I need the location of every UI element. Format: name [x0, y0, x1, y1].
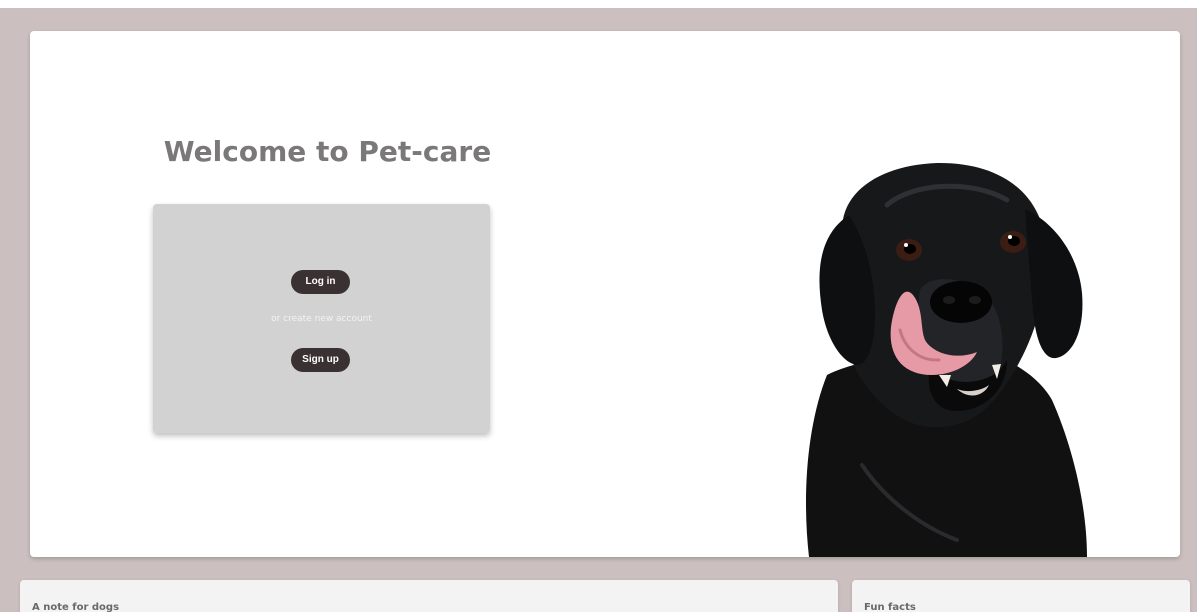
auth-panel: Log in or create new account Sign up [153, 204, 490, 433]
hero-card: Welcome to Pet-care Log in or create new… [30, 31, 1180, 557]
signup-button[interactable]: Sign up [291, 348, 350, 372]
fun-facts-heading: Fun facts [864, 602, 916, 612]
create-account-text: or create new account [271, 314, 372, 324]
top-frame [0, 0, 1197, 8]
page: Welcome to Pet-care Log in or create new… [0, 0, 1197, 612]
welcome-title: Welcome to Pet-care [163, 135, 492, 168]
dog-note-card: A note for dogs [20, 580, 838, 612]
fun-facts-card: Fun facts [852, 580, 1190, 612]
black-labrador-dog-image [806, 162, 1087, 557]
login-button[interactable]: Log in [291, 270, 350, 294]
dog-note-heading: A note for dogs [32, 602, 120, 612]
